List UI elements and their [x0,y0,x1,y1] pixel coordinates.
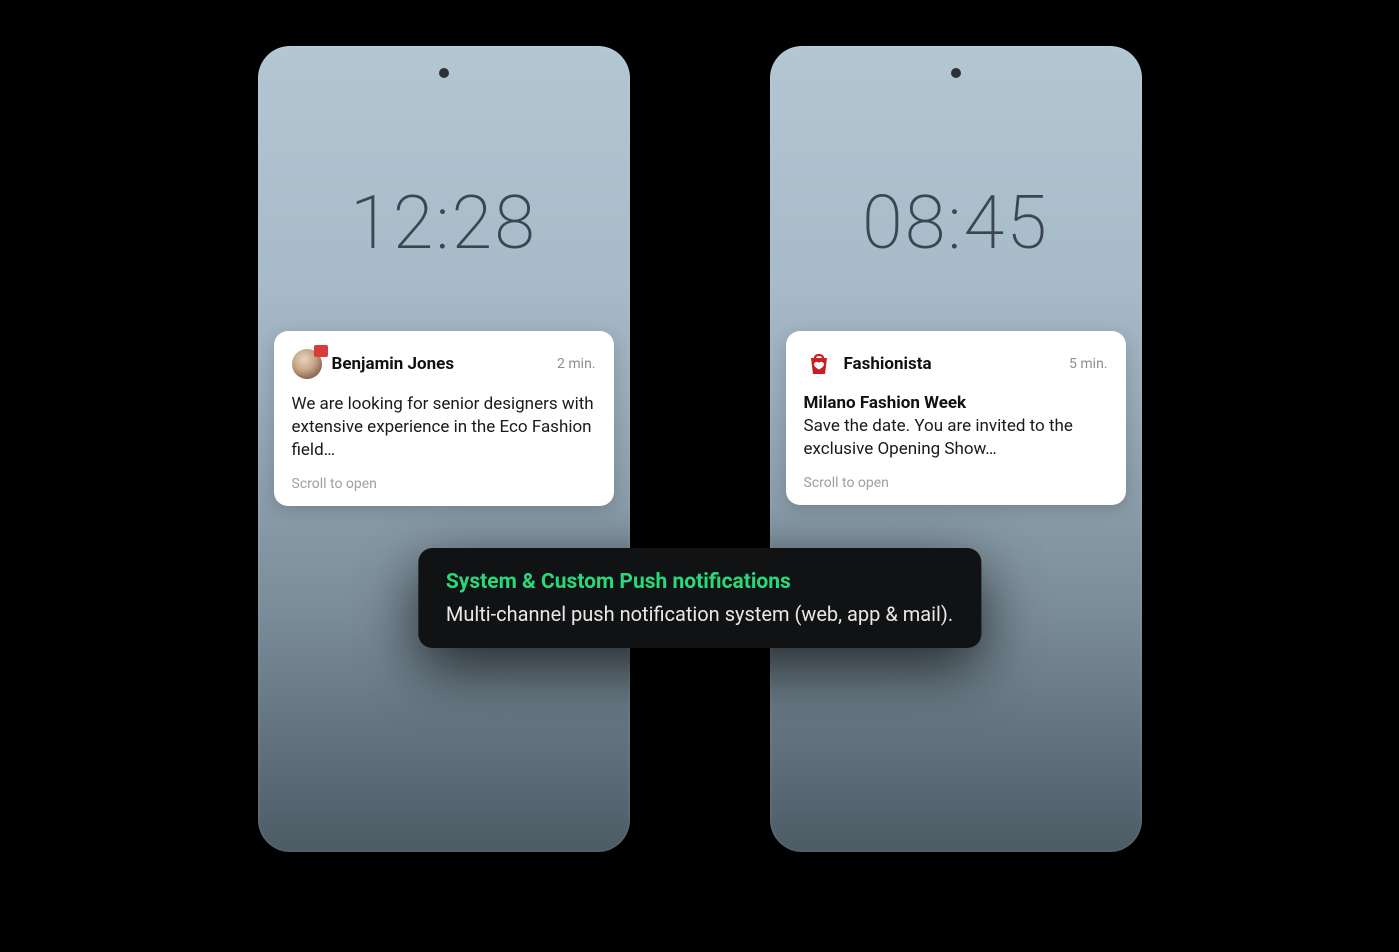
lockscreen-clock: 12:28 [274,180,614,267]
scroll-hint: Scroll to open [292,476,596,492]
shopping-bag-heart-icon [804,349,834,379]
notification-card[interactable]: Benjamin Jones 2 min. We are looking for… [274,331,614,506]
sender-name: Benjamin Jones [332,354,548,374]
notification-time: 2 min. [557,356,595,372]
feature-caption: System & Custom Push notifications Multi… [418,548,981,648]
sender-avatar [292,349,322,379]
phone-right: 08:45 Fashionista 5 min. Milano Fashion … [770,46,1142,852]
camera-dot [951,68,961,78]
phone-left: 12:28 Benjamin Jones 2 min. We are looki… [258,46,630,852]
caption-title: System & Custom Push notifications [446,570,953,594]
notification-title: Milano Fashion Week [804,393,1108,413]
phone-mockups: 12:28 Benjamin Jones 2 min. We are looki… [0,46,1399,852]
notification-header: Fashionista 5 min. [804,349,1108,379]
caption-body: Multi-channel push notification system (… [446,602,953,626]
chat-badge-icon [314,345,328,357]
notification-time: 5 min. [1069,356,1107,372]
notification-body: Save the date. You are invited to the ex… [804,415,1108,461]
lockscreen-clock: 08:45 [786,180,1126,267]
notification-card[interactable]: Fashionista 5 min. Milano Fashion Week S… [786,331,1126,505]
notification-header: Benjamin Jones 2 min. [292,349,596,379]
sender-name: Fashionista [844,354,1060,374]
camera-dot [439,68,449,78]
scroll-hint: Scroll to open [804,475,1108,491]
notification-body: We are looking for senior designers with… [292,393,596,462]
